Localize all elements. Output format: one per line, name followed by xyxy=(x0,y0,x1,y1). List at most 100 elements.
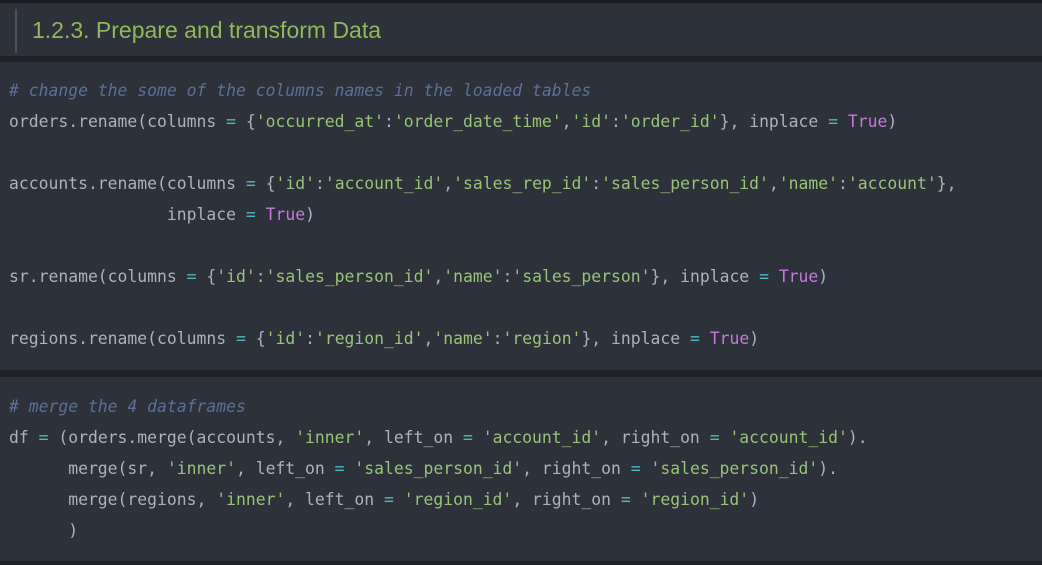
code-line: inplace = True) xyxy=(9,199,956,230)
code-comment: # merge the 4 dataframes xyxy=(9,397,246,416)
string-literal: 'occurred_at' xyxy=(255,112,385,131)
code-text: , left_on xyxy=(235,459,335,478)
code-text: merge(regions, xyxy=(9,490,217,509)
code-text: merge(sr, xyxy=(9,459,167,478)
string-literal: 'id' xyxy=(216,267,256,286)
string-literal: 'region_id' xyxy=(403,490,513,509)
code-text: , right_on xyxy=(512,490,621,509)
code-text: accounts.rename(columns xyxy=(9,174,246,193)
code-line: # change the some of the columns names i… xyxy=(9,75,956,106)
operator: = xyxy=(759,267,769,286)
string-literal: 'sales_person_id' xyxy=(650,459,819,478)
operator: = xyxy=(620,490,631,509)
code-text: ). xyxy=(847,428,868,447)
string-literal: 'account_id' xyxy=(482,428,602,447)
code-cell-rename-columns[interactable]: # change the some of the columns names i… xyxy=(0,62,1042,370)
string-literal: 'account_id' xyxy=(324,174,444,193)
code-text: : xyxy=(255,267,266,286)
string-literal: 'order_id' xyxy=(620,112,720,131)
operator: = xyxy=(630,459,641,478)
string-literal: 'sales_person' xyxy=(512,267,651,286)
string-literal: 'inner' xyxy=(216,490,286,509)
code-text: { xyxy=(245,329,266,348)
code-text: : xyxy=(502,267,513,286)
code-text: : xyxy=(314,174,325,193)
keyword: True xyxy=(847,112,888,131)
string-literal: 'order_date_time' xyxy=(393,112,562,131)
string-literal: 'name' xyxy=(443,267,503,286)
operator: = xyxy=(709,428,720,447)
code-text: : xyxy=(838,174,848,193)
operator: = xyxy=(690,329,700,348)
code-text: : xyxy=(492,329,503,348)
string-literal: 'region' xyxy=(502,329,582,348)
code-editor[interactable]: # change the some of the columns names i… xyxy=(9,75,956,354)
string-literal: 'id' xyxy=(275,174,315,193)
markdown-heading-cell[interactable]: 1.2.3. Prepare and transform Data xyxy=(0,0,1042,56)
code-text: ). xyxy=(818,459,838,478)
string-literal: 'id' xyxy=(265,329,306,348)
code-text: (orders.merge(accounts, xyxy=(48,428,296,447)
code-line: merge(sr, 'inner', left_on = 'sales_pers… xyxy=(9,453,868,484)
code-text: df xyxy=(9,428,39,447)
string-literal: 'inner' xyxy=(166,459,236,478)
code-line: # merge the 4 dataframes xyxy=(9,391,868,422)
code-editor[interactable]: # merge the 4 dataframes df = (orders.mer… xyxy=(9,391,868,546)
operator: = xyxy=(384,490,394,509)
operator: = xyxy=(226,112,236,131)
code-text: , xyxy=(423,329,434,348)
code-line: orders.rename(columns = {'occurred_at':'… xyxy=(9,106,956,137)
code-text: ) xyxy=(749,329,760,348)
string-literal: 'name' xyxy=(433,329,493,348)
string-literal: 'name' xyxy=(778,174,839,193)
code-text: : xyxy=(611,112,621,131)
code-text: , right_on xyxy=(601,428,710,447)
code-text: }, inplace xyxy=(650,267,760,286)
keyword: True xyxy=(709,329,750,348)
code-text: , right_on xyxy=(522,459,631,478)
operator: = xyxy=(828,112,839,131)
code-text: : xyxy=(384,112,394,131)
code-text: , xyxy=(768,174,779,193)
code-text: { xyxy=(235,112,256,131)
code-cell-merge-dataframes[interactable]: # merge the 4 dataframes df = (orders.mer… xyxy=(0,377,1042,561)
code-text: , xyxy=(561,112,572,131)
string-literal: 'account_id' xyxy=(729,428,848,447)
code-line: df = (orders.merge(accounts, 'inner', le… xyxy=(9,422,868,453)
code-line: regions.rename(columns = {'id':'region_i… xyxy=(9,323,956,354)
string-literal: 'sales_person_id' xyxy=(354,459,523,478)
cell-selection-bar xyxy=(15,9,17,53)
operator: = xyxy=(334,459,345,478)
code-comment: # change the some of the columns names i… xyxy=(9,81,592,100)
notebook-page: 1.2.3. Prepare and transform Data # chan… xyxy=(0,0,1042,565)
code-text: ) xyxy=(9,521,79,540)
code-text: }, inplace xyxy=(581,329,690,348)
code-text: : xyxy=(591,174,602,193)
code-text: , xyxy=(443,174,454,193)
code-text: inplace xyxy=(9,205,246,224)
string-literal: 'account' xyxy=(847,174,937,193)
section-heading: 1.2.3. Prepare and transform Data xyxy=(32,17,382,43)
code-text: ) xyxy=(305,205,315,224)
keyword: True xyxy=(265,205,306,224)
code-text: : xyxy=(305,329,315,348)
code-text: sr.rename(columns xyxy=(9,267,187,286)
operator: = xyxy=(186,267,197,286)
code-text: regions.rename(columns xyxy=(9,329,236,348)
code-line: merge(regions, 'inner', left_on = 'regio… xyxy=(9,484,868,515)
string-literal: 'sales_person_id' xyxy=(601,174,769,193)
operator: = xyxy=(235,329,246,348)
string-literal: 'sales_rep_id' xyxy=(453,174,592,193)
string-literal: 'region_id' xyxy=(314,329,424,348)
code-text: { xyxy=(196,267,217,286)
operator: = xyxy=(462,428,473,447)
